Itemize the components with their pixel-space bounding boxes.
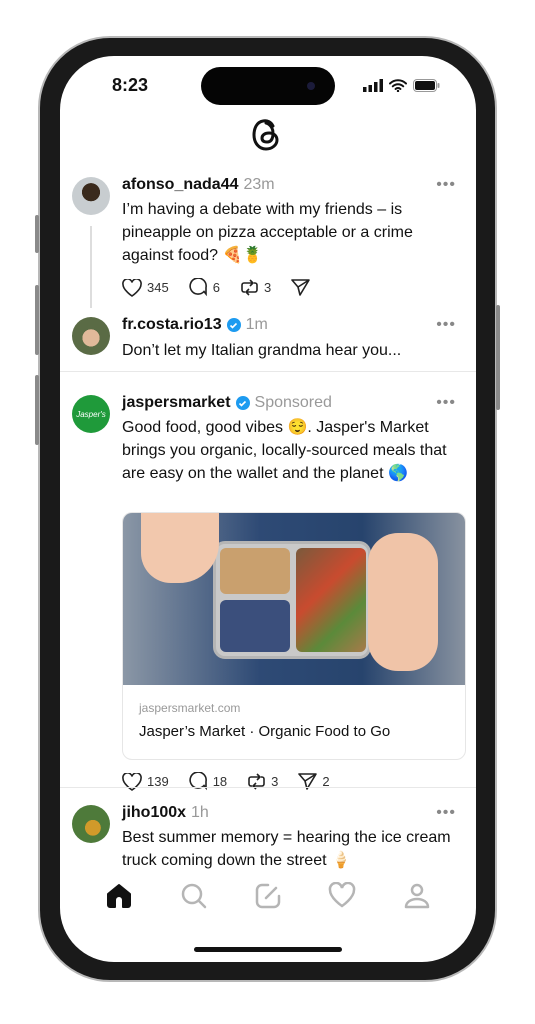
volume-down-button (35, 375, 39, 445)
timestamp: 1m (245, 316, 268, 333)
post-sponsored[interactable]: Jasper's jaspersmarket Sponsored ••• Good… (60, 392, 476, 791)
username[interactable]: jiho100x (122, 804, 186, 822)
send-icon (291, 279, 310, 296)
signal-icon (363, 79, 383, 92)
ad-image[interactable] (123, 513, 465, 685)
link-title[interactable]: Jasper’s Market · Organic Food to Go (139, 723, 390, 740)
hand (368, 533, 438, 671)
like-count: 345 (147, 280, 169, 295)
verified-badge-icon (226, 318, 241, 332)
profile-icon[interactable] (403, 882, 431, 910)
more-icon[interactable]: ••• (436, 804, 456, 822)
bottom-nav (60, 882, 476, 910)
heart-icon (122, 278, 142, 297)
username[interactable]: afonso_nada44 (122, 176, 238, 194)
sponsored-label: Sponsored (254, 394, 332, 411)
share-button[interactable]: 2 (298, 772, 330, 791)
share-button[interactable] (291, 278, 310, 297)
screen: 8:23 afonso_nada44 23m ••• I’m having a d… (60, 56, 476, 962)
avatar[interactable] (72, 317, 110, 355)
threads-logo-icon[interactable] (249, 114, 283, 154)
divider (60, 787, 476, 788)
reply-button[interactable]: 18 (189, 772, 227, 791)
more-icon[interactable]: ••• (436, 176, 456, 194)
battery-icon (413, 79, 440, 92)
status-icons (363, 79, 440, 92)
post[interactable]: fr.costa.rio13 1m ••• Don’t let my Italia… (60, 314, 476, 370)
avatar[interactable]: Jasper's (72, 395, 110, 433)
power-button (496, 305, 500, 410)
reply-button[interactable]: 6 (189, 278, 220, 297)
status-time: 8:23 (112, 75, 149, 95)
post-text: Don’t let my Italian grandma hear you... (122, 342, 402, 359)
post-text: Best summer memory = hearing the ice cre… (122, 829, 451, 869)
comment-icon (189, 772, 207, 791)
search-icon[interactable] (180, 882, 208, 910)
more-icon[interactable]: ••• (436, 394, 456, 412)
verified-badge-icon (235, 396, 250, 410)
repost-button[interactable]: 3 (240, 278, 271, 297)
link-card[interactable]: jaspersmarket.com Jasper’s Market · Orga… (122, 512, 466, 760)
send-icon (298, 773, 318, 790)
thread-line (90, 226, 92, 308)
more-icon[interactable]: ••• (436, 316, 456, 334)
compose-icon[interactable] (254, 882, 282, 910)
repost-count: 3 (263, 280, 272, 295)
post-text: Good food, good vibes 😌. Jasper's Market… (122, 419, 447, 482)
home-indicator[interactable] (194, 947, 342, 952)
like-button[interactable]: 345 (122, 278, 169, 297)
post[interactable]: afonso_nada44 23m ••• I’m having a debate… (60, 174, 476, 314)
avatar[interactable] (72, 177, 110, 215)
repost-icon (241, 279, 258, 296)
mute-switch (35, 215, 39, 253)
username[interactable]: fr.costa.rio13 (122, 316, 222, 334)
reply-count: 6 (212, 280, 220, 295)
link-domain: jaspersmarket.com (139, 701, 241, 715)
volume-up-button (35, 285, 39, 355)
post[interactable]: jiho100x 1h ••• Best summer memory = hear… (60, 802, 476, 872)
lunchbox (213, 541, 371, 659)
timestamp: 23m (243, 176, 275, 193)
repost-icon (248, 773, 265, 790)
repost-button[interactable]: 3 (247, 772, 278, 791)
username[interactable]: jaspersmarket (122, 394, 231, 412)
dynamic-island (201, 67, 335, 105)
timestamp: 1h (191, 804, 209, 821)
heart-icon[interactable] (328, 882, 356, 908)
divider (60, 371, 476, 372)
post-text: I’m having a debate with my friends – is… (122, 201, 413, 264)
camera-icon (307, 82, 315, 90)
hand (141, 513, 219, 583)
wifi-icon (389, 79, 407, 92)
avatar[interactable] (72, 805, 110, 843)
home-icon[interactable] (105, 882, 133, 908)
comment-icon (189, 278, 207, 297)
